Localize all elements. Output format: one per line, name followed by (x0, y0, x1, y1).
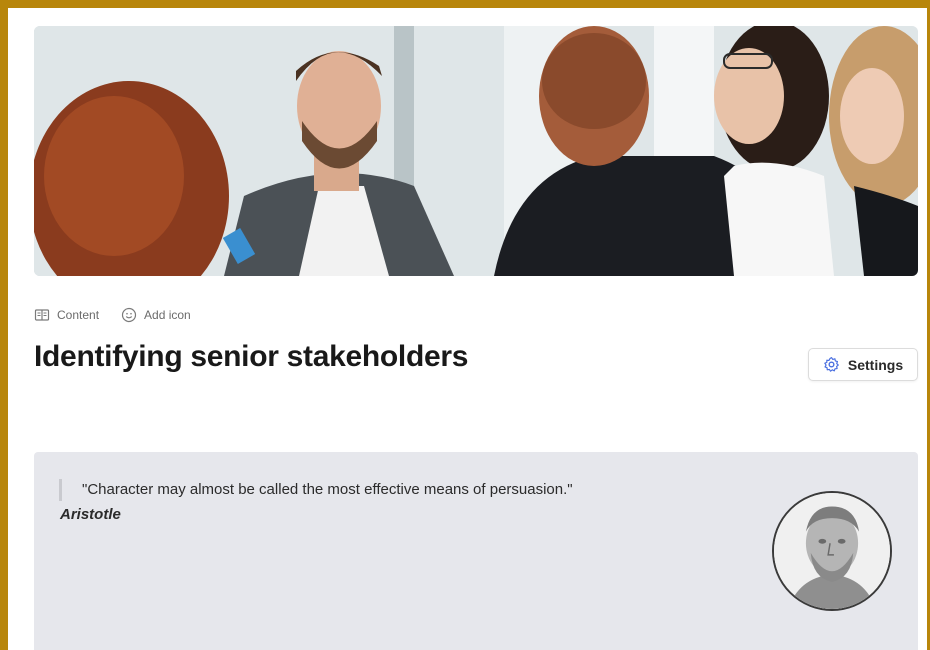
meeting-photo (34, 26, 918, 276)
settings-label: Settings (847, 356, 904, 373)
author-portrait (772, 491, 892, 611)
content-button[interactable]: Content (34, 307, 99, 323)
smiley-icon (121, 307, 137, 323)
quote-marker (59, 479, 62, 501)
bust-image (774, 493, 890, 609)
cover-image[interactable] (34, 26, 918, 276)
gear-icon (824, 357, 839, 372)
book-icon (34, 309, 50, 321)
page-title[interactable]: Identifying senior stakeholders (34, 340, 468, 374)
add-icon-label: Add icon (144, 308, 191, 322)
add-icon-button[interactable]: Add icon (121, 307, 191, 323)
quote-text[interactable]: "Character may almost be called the most… (82, 481, 573, 498)
content-label: Content (57, 308, 100, 322)
page-toolbar: Content Add icon (34, 305, 191, 325)
settings-button[interactable]: Settings (808, 348, 918, 381)
quote-block[interactable]: "Character may almost be called the most… (34, 452, 918, 650)
quote-author[interactable]: Aristotle (60, 506, 121, 523)
